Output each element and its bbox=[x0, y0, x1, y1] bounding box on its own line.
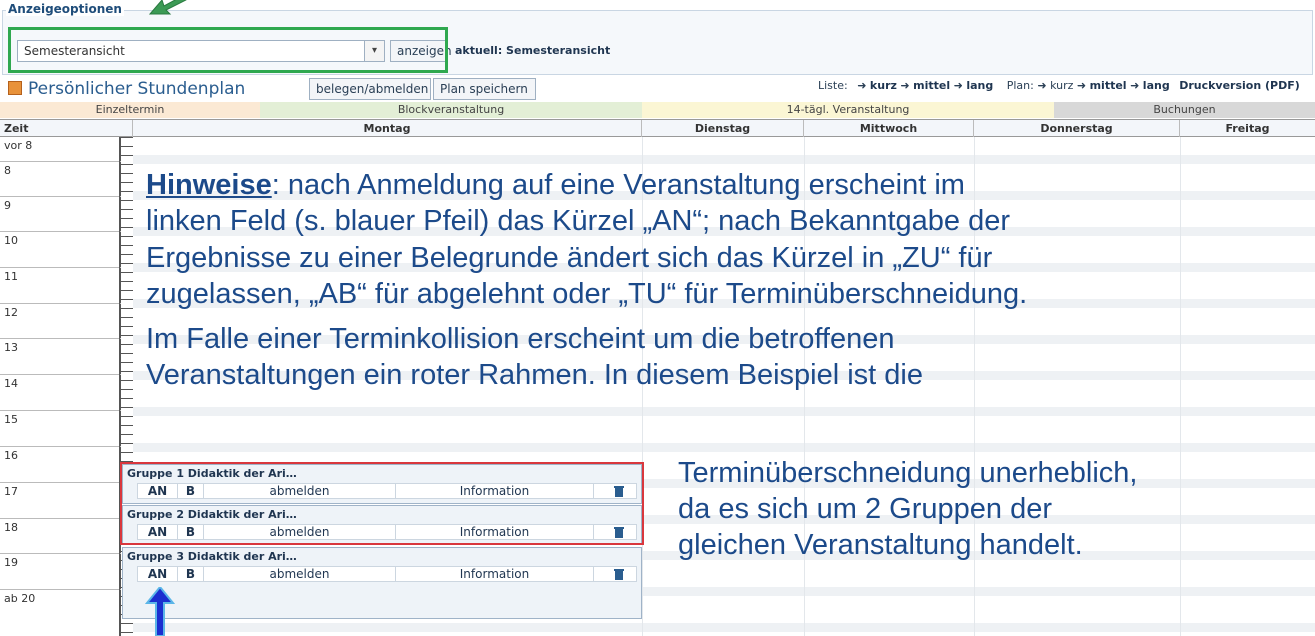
time-slot: 8 bbox=[0, 162, 121, 197]
note-line-4: zugelassen, „AB“ für abgelehnt oder „TU“… bbox=[146, 278, 1028, 310]
event-actions: AN B abmelden Information bbox=[137, 566, 637, 582]
time-slot: 13 bbox=[0, 339, 121, 375]
timetable-header: Zeit Montag Dienstag Mittwoch Donnerstag… bbox=[0, 119, 1315, 137]
col-tuesday: Dienstag bbox=[642, 120, 804, 137]
event-title[interactable]: Gruppe 3 Didaktik der Ari… bbox=[127, 550, 297, 563]
plan-medium-link[interactable]: mittel bbox=[1090, 79, 1127, 92]
event-card: Gruppe 3 Didaktik der Ari… AN B abmelden… bbox=[122, 547, 642, 619]
note-line-7: Terminüberschneidung unerheblich, bbox=[678, 457, 1138, 489]
col-thursday: Donnerstag bbox=[974, 120, 1180, 137]
note-line-3: Ergebnisse zu einer Belegrunde ändert si… bbox=[146, 242, 993, 274]
display-options-legend: Anzeigeoptionen bbox=[6, 2, 124, 16]
note-line-2: linken Feld (s. blauer Pfeil) das Kürzel… bbox=[146, 205, 1010, 237]
calendar-icon bbox=[8, 81, 22, 95]
legend-block: Blockveranstaltung bbox=[260, 102, 642, 118]
time-slot: 14 bbox=[0, 375, 121, 411]
arrow-right-icon: ➜ bbox=[857, 79, 867, 92]
list-short-link[interactable]: kurz bbox=[870, 79, 897, 92]
trash-icon[interactable] bbox=[613, 568, 625, 580]
grid-stripe bbox=[133, 407, 1315, 416]
time-slot: 12 bbox=[0, 304, 121, 339]
time-slot: vor 8 bbox=[0, 137, 121, 162]
page-title: Persönlicher Stundenplan bbox=[8, 79, 245, 99]
plan-long-link[interactable]: lang bbox=[1143, 79, 1170, 92]
column-divider bbox=[1180, 137, 1181, 636]
col-time: Zeit bbox=[0, 120, 133, 137]
event-status: AN bbox=[138, 567, 178, 581]
legend-single: Einzeltermin bbox=[0, 102, 260, 118]
green-arrow-icon bbox=[148, 0, 187, 15]
grid-stripe bbox=[133, 155, 1315, 164]
current-view-label: aktuell: Semesteransicht bbox=[455, 44, 611, 57]
time-slot: 17 bbox=[0, 483, 121, 519]
time-slot: 19 bbox=[0, 554, 121, 590]
legend-bookings: Buchungen bbox=[1054, 102, 1315, 118]
information-link[interactable]: Information bbox=[396, 567, 594, 581]
legend-biweekly: 14-tägl. Veranstaltung bbox=[642, 102, 1054, 118]
list-long-link[interactable]: lang bbox=[966, 79, 993, 92]
highlight-frame-green bbox=[8, 27, 448, 73]
list-medium-link[interactable]: mittel bbox=[913, 79, 950, 92]
note-line-9: gleichen Veranstaltung handelt. bbox=[678, 529, 1083, 561]
time-slot: 15 bbox=[0, 411, 121, 447]
event-type: B bbox=[178, 567, 204, 581]
col-monday: Montag bbox=[133, 120, 642, 137]
grid-stripe bbox=[133, 443, 1315, 452]
time-column: vor 8 8 9 10 11 12 13 14 15 16 17 18 19 … bbox=[0, 137, 121, 636]
arrow-right-icon: ➜ bbox=[900, 79, 910, 92]
note-line-8: da es sich um 2 Gruppen der bbox=[678, 493, 1052, 525]
view-switcher: Liste: ➜ kurz ➜ mittel ➜ lang Plan: ➜ ku… bbox=[818, 79, 1300, 92]
arrow-right-icon: ➜ bbox=[1037, 79, 1047, 92]
time-slot: 18 bbox=[0, 519, 121, 554]
collision-frame-red bbox=[120, 462, 644, 545]
blue-arrow-icon bbox=[145, 587, 175, 636]
note-line-5: Im Falle einer Terminkollision erscheint… bbox=[146, 323, 895, 355]
plan-short-link[interactable]: kurz bbox=[1050, 79, 1073, 92]
note-line-1: Hinweise: nach Anmeldung auf eine Verans… bbox=[146, 169, 965, 201]
save-plan-button[interactable]: Plan speichern bbox=[433, 78, 536, 100]
enroll-button[interactable]: belegen/abmelden bbox=[309, 78, 431, 100]
arrow-right-icon: ➜ bbox=[953, 79, 963, 92]
print-version-link[interactable]: Druckversion (PDF) bbox=[1179, 79, 1300, 92]
time-slot: 9 bbox=[0, 197, 121, 232]
time-slot: 16 bbox=[0, 447, 121, 483]
arrow-right-icon: ➜ bbox=[1076, 79, 1087, 92]
time-slot: 11 bbox=[0, 268, 121, 304]
grid-stripe bbox=[133, 623, 1315, 632]
col-friday: Freitag bbox=[1225, 122, 1270, 135]
arrow-right-icon: ➜ bbox=[1130, 79, 1140, 92]
time-slot: ab 20 bbox=[4, 592, 36, 605]
note-line-6: Veranstaltungen ein roter Rahmen. In die… bbox=[146, 359, 923, 391]
col-wednesday: Mittwoch bbox=[804, 120, 974, 137]
time-slot: 10 bbox=[0, 232, 121, 268]
unenroll-link[interactable]: abmelden bbox=[204, 567, 396, 581]
legend-bar: Einzeltermin Blockveranstaltung 14-tägl.… bbox=[0, 102, 1315, 118]
